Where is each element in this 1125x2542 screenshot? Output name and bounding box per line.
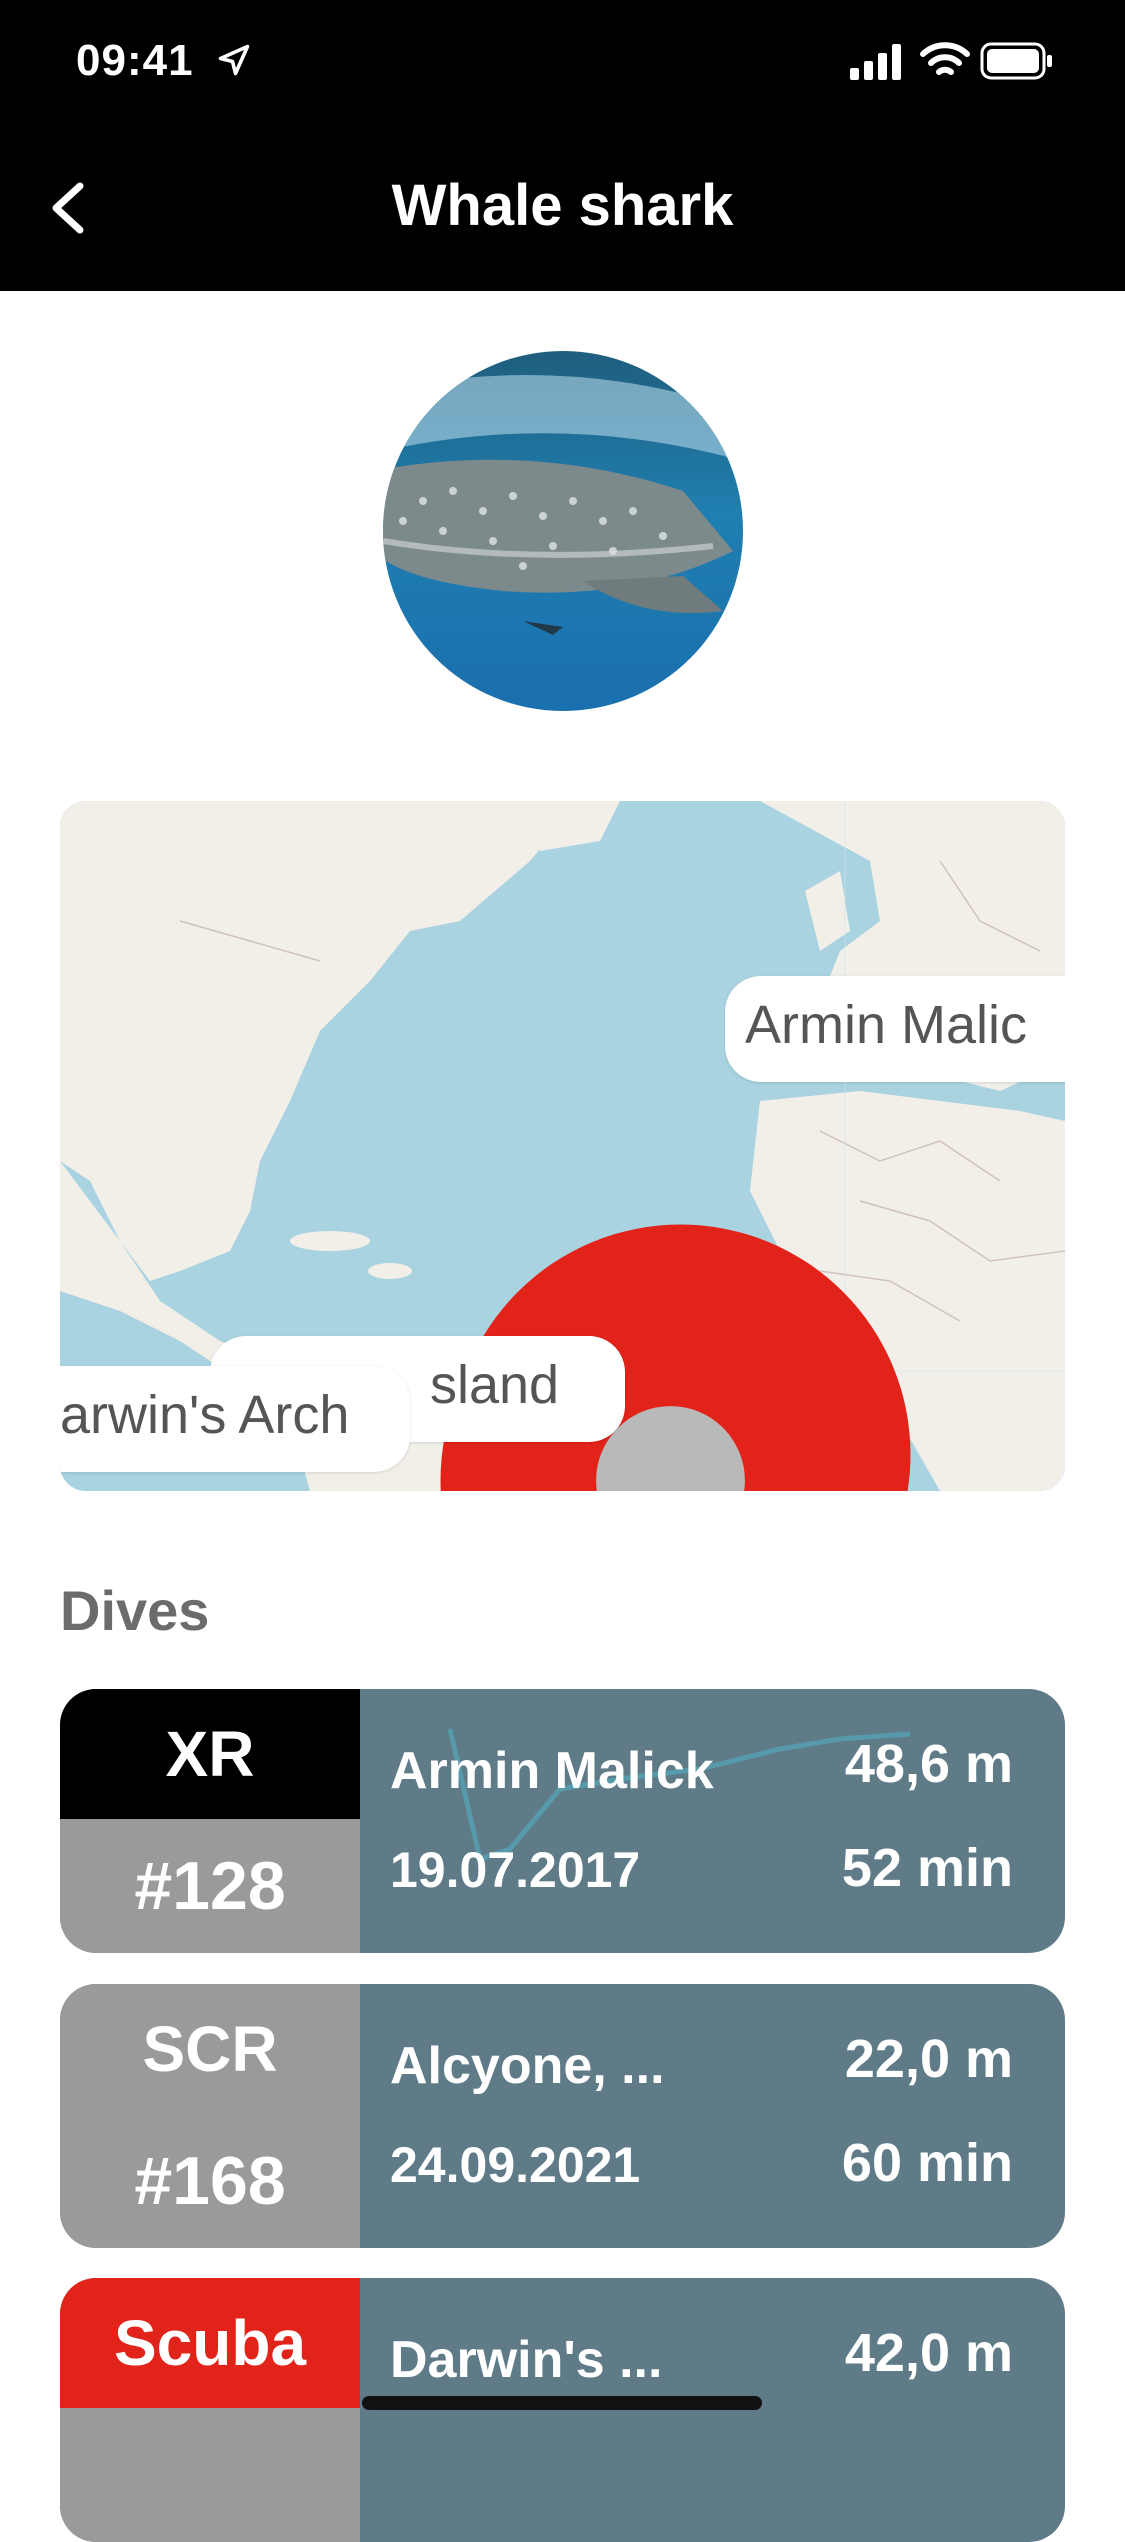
dive-card[interactable]: XR #128 Armin Malick 19.07.2017 48,6 m 5… (60, 1689, 1065, 1953)
whale-shark-image (383, 351, 743, 711)
cellular-signal-icon (850, 44, 901, 80)
top-bar: 09:41 Whale shark (0, 0, 1125, 291)
map-callout-label: Armin Malic (745, 995, 1028, 1055)
dive-card[interactable]: Scuba Darwin's ... 42,0 m (60, 2278, 1065, 2542)
map-callout-label: sland (430, 1355, 560, 1415)
dive-location: Armin Malick (390, 1742, 714, 1800)
dive-number: #128 (60, 1819, 360, 1953)
status-time: 09:41 (76, 36, 194, 85)
dive-date: 24.09.2021 (390, 2137, 641, 2193)
dive-locations-map[interactable]: Armin Malic sland arwin's Arch (60, 801, 1065, 1491)
dive-type-badge: XR (60, 1689, 360, 1819)
dive-duration: 52 min (841, 1838, 1013, 1898)
dive-depth: 48,6 m (844, 1734, 1013, 1794)
dive-depth: 22,0 m (844, 2029, 1013, 2089)
dives-section-title: Dives (60, 1579, 210, 1642)
dive-side-panel: XR #128 (60, 1689, 360, 1953)
page-title: Whale shark (391, 173, 734, 238)
dive-number: #168 (60, 2114, 360, 2248)
dive-date: 19.07.2017 (390, 1842, 641, 1898)
map-callout[interactable]: Armin Malic (725, 976, 1065, 1082)
map-callout-label: arwin's Arch (60, 1385, 350, 1445)
dive-location: Darwin's ... (390, 2331, 663, 2389)
dive-side-panel: SCR #168 (60, 1984, 360, 2248)
location-arrow-icon (218, 44, 250, 76)
dive-side-panel: Scuba (60, 2278, 360, 2542)
species-photo (383, 351, 743, 711)
dive-type-badge: SCR (60, 1984, 360, 2114)
dive-card[interactable]: SCR #168 Alcyone, ... 24.09.2021 22,0 m … (60, 1984, 1065, 2248)
wifi-icon (920, 42, 970, 75)
map-callout[interactable]: arwin's Arch (60, 1366, 410, 1472)
dive-duration: 60 min (841, 2133, 1013, 2193)
dive-number (60, 2408, 360, 2542)
dive-location: Alcyone, ... (390, 2037, 665, 2095)
dive-type-badge: Scuba (60, 2278, 360, 2408)
home-indicator[interactable] (362, 2396, 762, 2410)
battery-icon (980, 42, 1052, 80)
dive-depth: 42,0 m (844, 2323, 1013, 2383)
